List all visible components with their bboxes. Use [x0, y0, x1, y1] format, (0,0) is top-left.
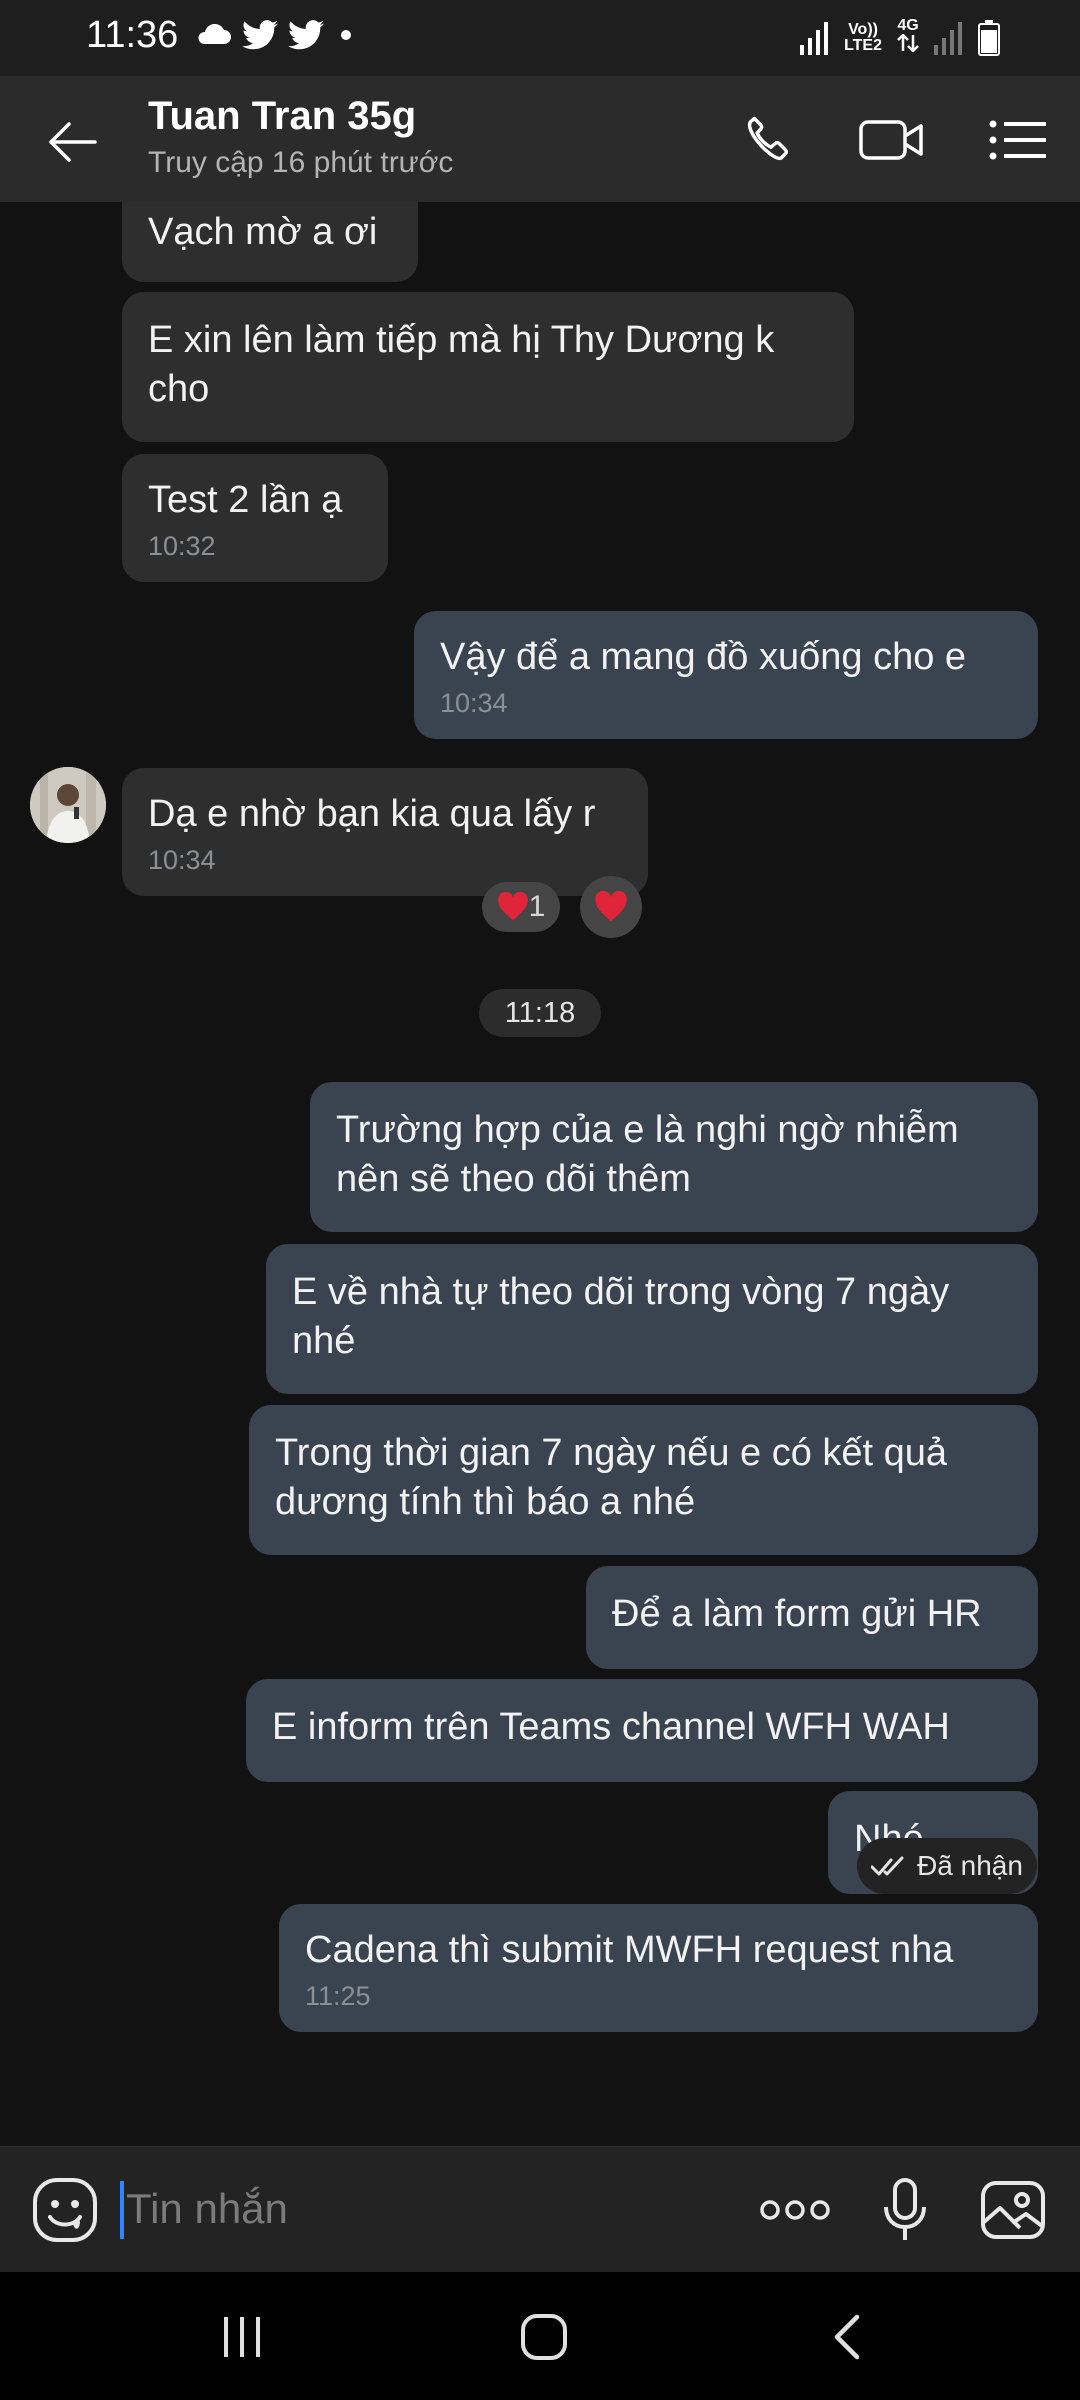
outgoing-message[interactable]: Trường hợp của e là nghi ngờ nhiễm nên s… [310, 1082, 1038, 1232]
message-text: E xin lên làm tiếp mà hị Thy Dương k cho [148, 319, 775, 410]
dot-icon [341, 30, 351, 40]
back-icon [834, 2314, 860, 2360]
outgoing-message[interactable]: E inform trên Teams channel WFH WAH [246, 1679, 1038, 1782]
message-time: 11:25 [305, 1981, 371, 2011]
add-reaction-button[interactable] [580, 876, 642, 938]
outgoing-message[interactable]: Để a làm form gửi HR [586, 1566, 1038, 1669]
contact-last-seen: Truy cập 16 phút trước [148, 146, 454, 179]
menu-list-icon [989, 120, 1046, 160]
signal-icon [800, 21, 829, 55]
heart-icon [595, 891, 627, 922]
emoji-icon [33, 2178, 97, 2242]
back-arrow-icon [49, 122, 97, 162]
notification-icons [196, 20, 358, 50]
message-text: Cadena thì submit MWFH request nha [305, 1929, 954, 1971]
voice-call-button[interactable] [732, 108, 802, 172]
message-input[interactable] [126, 2179, 726, 2239]
more-options-icon [760, 2200, 830, 2220]
status-bar: 11:36 Vo)) LTE2 4G [0, 0, 1080, 76]
lte-label: LTE2 [844, 36, 882, 54]
home-icon [521, 2314, 567, 2360]
recent-apps-button[interactable] [202, 2302, 282, 2372]
message-text: Trong thời gian 7 ngày nếu e có kết quả … [275, 1432, 948, 1523]
message-composer [0, 2146, 1080, 2272]
emoji-button[interactable] [30, 2175, 100, 2245]
message-time: 10:32 [148, 531, 216, 561]
back-button[interactable] [36, 106, 108, 178]
message-text: Trường hợp của e là nghi ngờ nhiễm nên s… [336, 1109, 959, 1200]
message-text: Vạch mờ a ơi [148, 211, 378, 253]
status-time: 11:36 [86, 14, 179, 56]
4g-label: 4G [897, 17, 919, 34]
avatar-image [30, 767, 106, 843]
voice-message-button[interactable] [868, 2175, 942, 2245]
message-text: Để a làm form gửi HR [612, 1593, 982, 1635]
battery-icon [978, 19, 1000, 56]
message-text: Vậy để a mang đồ xuống cho e [440, 636, 967, 678]
reaction-summary[interactable]: 1 [482, 882, 560, 932]
text-cursor [120, 2181, 124, 2239]
volte-label: Vo)) [848, 20, 878, 38]
double-check-icon [871, 1856, 904, 1876]
system-navigation-bar [0, 2272, 1080, 2400]
cloud-icon [198, 24, 231, 44]
message-text: Test 2 lần ạ [148, 479, 343, 521]
chat-options-button[interactable] [983, 108, 1053, 172]
microphone-icon [884, 2178, 926, 2240]
incoming-message[interactable]: Dạ e nhờ bạn kia qua lấy r 10:34 [122, 768, 648, 896]
incoming-message[interactable]: Vạch mờ a ơi [122, 202, 418, 282]
twitter-icon [242, 20, 278, 50]
more-options-button[interactable] [758, 2175, 832, 2245]
message-text: E inform trên Teams channel WFH WAH [272, 1706, 950, 1748]
recent-apps-icon [224, 2317, 260, 2357]
data-arrows-icon [897, 33, 919, 53]
outgoing-message[interactable]: Vậy để a mang đồ xuống cho e 10:34 [414, 611, 1038, 739]
message-time: 10:34 [440, 688, 508, 718]
signal-icon [934, 21, 962, 55]
outgoing-message[interactable]: Trong thời gian 7 ngày nếu e có kết quả … [249, 1405, 1038, 1555]
incoming-message[interactable]: Test 2 lần ạ 10:32 [122, 454, 388, 582]
home-button[interactable] [504, 2302, 584, 2372]
heart-icon [497, 892, 528, 921]
incoming-message[interactable]: E xin lên làm tiếp mà hị Thy Dương k cho [122, 292, 854, 442]
time-separator: 11:18 [479, 989, 601, 1037]
message-text: E về nhà tự theo dõi trong vòng 7 ngày n… [292, 1271, 950, 1362]
system-icons: Vo)) LTE2 4G [800, 18, 1000, 57]
image-icon [981, 2181, 1045, 2239]
message-text: Dạ e nhờ bạn kia qua lấy r [148, 793, 596, 835]
contact-name[interactable]: Tuan Tran 35g [148, 94, 416, 139]
nav-back-button[interactable] [806, 2302, 886, 2372]
data-indicator: 4G [896, 18, 920, 57]
outgoing-message[interactable]: Cadena thì submit MWFH request nha 11:25 [279, 1904, 1038, 2032]
message-time: 10:34 [148, 845, 216, 875]
volte-indicator: Vo)) LTE2 [844, 20, 882, 54]
phone-icon [747, 116, 789, 160]
delivery-status-text: Đã nhận [917, 1850, 1023, 1881]
delivery-status-badge: Đã nhận [857, 1838, 1037, 1894]
twitter-icon [288, 20, 324, 50]
send-image-button[interactable] [976, 2175, 1050, 2245]
video-call-icon [859, 120, 923, 160]
video-call-button[interactable] [856, 108, 926, 172]
contact-avatar[interactable] [30, 767, 106, 843]
outgoing-message[interactable]: E về nhà tự theo dõi trong vòng 7 ngày n… [266, 1244, 1038, 1394]
chat-header: Tuan Tran 35g Truy cập 16 phút trước [0, 76, 1080, 202]
reaction-count: 1 [528, 890, 546, 923]
